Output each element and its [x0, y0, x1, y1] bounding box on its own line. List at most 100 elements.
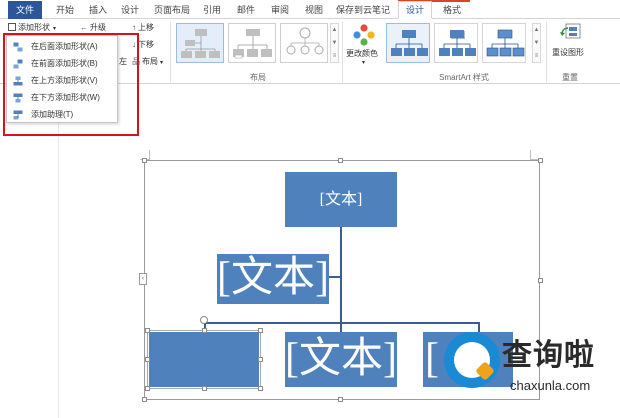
gallery-more-icon: ≡	[332, 53, 337, 59]
tab-view[interactable]: 视图	[300, 2, 328, 18]
style-gallery-scroll[interactable]: ▲ ▼ ≡	[532, 23, 541, 63]
watermark-title: 查询啦	[502, 338, 595, 373]
color-palette-icon	[353, 24, 375, 46]
tab-file[interactable]: 文件	[8, 1, 42, 19]
promote-button[interactable]: ← 升级	[80, 22, 106, 33]
tab-design-doc[interactable]: 设计	[116, 2, 144, 18]
add-shape-icon	[8, 23, 16, 31]
resize-handle[interactable]	[145, 386, 150, 391]
group-separator	[170, 22, 171, 82]
menu-item-add-shape-after[interactable]: 在后面添加形状(A)	[9, 39, 117, 55]
page-edge-line	[58, 85, 59, 418]
add-assistant-icon	[13, 110, 23, 120]
rotate-handle[interactable]	[200, 316, 208, 324]
move-up-button[interactable]: ↑ 上移	[132, 22, 154, 33]
node-text: [文本]	[319, 191, 363, 208]
tab-review[interactable]: 审阅	[266, 2, 294, 18]
chevron-down-icon: ▾	[160, 60, 164, 66]
watermark-url: chaxunla.com	[510, 378, 591, 393]
menu-item-add-assistant[interactable]: 添加助理(T)	[9, 107, 117, 123]
resize-handle[interactable]	[258, 357, 263, 362]
resize-handle[interactable]	[538, 158, 543, 163]
resize-handle[interactable]	[338, 397, 343, 402]
menu-item-add-shape-above[interactable]: 在上方添加形状(V)	[9, 73, 117, 89]
arrow-down-icon: ↓	[132, 40, 136, 49]
smartart-node-top[interactable]: [文本]	[285, 172, 397, 227]
style-flat-icon	[391, 30, 428, 56]
add-shape-below-icon	[13, 93, 23, 103]
style-3d-icon	[486, 29, 525, 57]
change-colors-button[interactable]: 更改颜色 ▾	[346, 22, 382, 70]
chevron-down-icon: ▾	[53, 26, 57, 32]
circle-hierarchy-layout-icon	[286, 27, 324, 55]
tab-page-layout[interactable]: 页面布局	[150, 2, 194, 18]
chevron-up-icon: ▲	[533, 27, 540, 33]
node-text: [文本]	[285, 336, 397, 382]
connector-assistant	[329, 276, 341, 278]
node-text: [文本]	[217, 255, 329, 301]
add-shape-before-icon	[13, 59, 23, 69]
tab-smartart-format[interactable]: 格式	[436, 2, 468, 18]
reset-group-label: 重置	[562, 73, 578, 82]
resize-handle[interactable]	[258, 386, 263, 391]
smartart-styles-group-label: SmartArt 样式	[439, 73, 489, 82]
resize-handle[interactable]	[258, 328, 263, 333]
resize-handle[interactable]	[538, 278, 543, 283]
layout-gallery-scroll[interactable]: ▲ ▼ ≡	[330, 23, 339, 63]
reset-graphic-icon	[560, 23, 581, 39]
selected-shape-outline	[147, 330, 261, 389]
arrow-left-icon: ←	[80, 23, 88, 32]
resize-handle[interactable]	[338, 158, 343, 163]
smartart-node-assistant[interactable]: [文本]	[217, 254, 329, 304]
menu-item-add-shape-before[interactable]: 在前面添加形状(B)	[9, 56, 117, 72]
tab-mailings[interactable]: 邮件	[232, 2, 260, 18]
layout-thumbnail-circle-hierarchy[interactable]	[280, 23, 328, 63]
add-shape-above-icon	[13, 76, 23, 86]
add-shape-button[interactable]: 添加形状 ▾	[8, 22, 56, 33]
chevron-down-icon: ▼	[533, 40, 540, 46]
org-chart-layout-icon	[181, 29, 220, 58]
smartart-style-shadow[interactable]	[434, 23, 478, 63]
connector-child-middle	[340, 322, 342, 332]
resize-handle[interactable]	[142, 397, 147, 402]
change-colors-label: 更改颜色	[346, 49, 378, 58]
add-shape-menu: 在后面添加形状(A) 在前面添加形状(B) 在上方添加形状(V) 在下方添加形状…	[6, 35, 118, 123]
resize-handle[interactable]	[202, 328, 207, 333]
ribbon-tab-bar: 文件 开始 插入 设计 页面布局 引用 邮件 审阅 视图 保存到云笔记 设计 格…	[0, 0, 620, 19]
group-separator	[546, 22, 547, 82]
tab-home[interactable]: 开始	[50, 2, 80, 18]
chevron-down-icon: ▾	[362, 60, 366, 66]
style-shadow-icon	[439, 30, 476, 56]
layout-thumbnail-name-title[interactable]	[228, 23, 276, 63]
chevron-up-icon: ▲	[331, 27, 338, 33]
resize-handle[interactable]	[145, 357, 150, 362]
reset-graphic-button[interactable]: 重设图形	[550, 22, 594, 62]
layout-dropdown-button[interactable]: 品布局 ▾	[132, 56, 163, 67]
move-down-button[interactable]: ↓ 下移	[132, 39, 154, 50]
tab-insert[interactable]: 插入	[84, 2, 112, 18]
node-text: [	[425, 336, 439, 382]
connector-children-bar	[204, 322, 480, 324]
site-watermark: 查询啦 chaxunla.com	[440, 322, 616, 404]
resize-handle[interactable]	[202, 386, 207, 391]
text-pane-toggle[interactable]: ‹	[139, 273, 147, 285]
smartart-node-child-middle[interactable]: [文本]	[285, 332, 397, 387]
smartart-style-flat[interactable]	[386, 23, 430, 63]
tab-save-cloud-note[interactable]: 保存到云笔记	[334, 2, 392, 18]
name-title-layout-icon	[233, 29, 272, 59]
gallery-more-icon: ≡	[534, 53, 539, 59]
arrow-up-icon: ↑	[132, 23, 136, 32]
tab-smartart-design[interactable]: 设计	[398, 1, 432, 19]
add-shape-after-icon	[13, 42, 23, 52]
reset-graphic-label: 重设图形	[552, 48, 584, 57]
chevron-down-icon: ▼	[331, 40, 338, 46]
resize-handle[interactable]	[145, 328, 150, 333]
layout-org-icon: 品	[132, 57, 140, 66]
menu-item-add-shape-below[interactable]: 在下方添加形状(W)	[9, 90, 117, 106]
resize-handle[interactable]	[142, 158, 147, 163]
layouts-group-label: 布局	[250, 73, 266, 82]
right-to-left-button[interactable]: 左	[119, 56, 127, 67]
smartart-style-3d[interactable]	[482, 23, 526, 63]
tab-references[interactable]: 引用	[198, 2, 226, 18]
layout-thumbnail-org-chart[interactable]	[176, 23, 224, 63]
